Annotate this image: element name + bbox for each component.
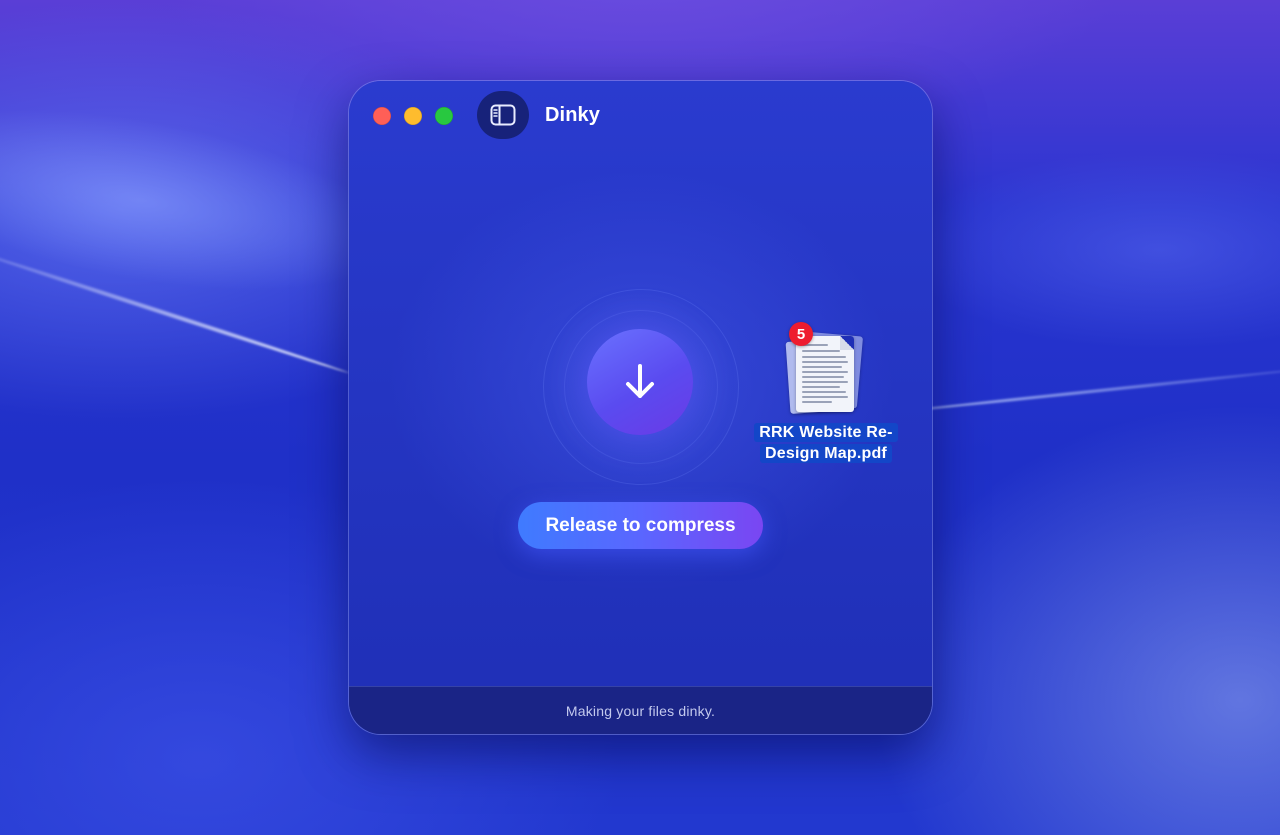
text-line bbox=[802, 391, 846, 393]
text-line bbox=[802, 401, 832, 403]
document-page bbox=[796, 336, 854, 412]
text-line bbox=[802, 371, 848, 373]
text-line bbox=[802, 386, 840, 388]
wallpaper-light-streak bbox=[900, 366, 1280, 413]
page-fold bbox=[840, 336, 854, 350]
status-footer: Making your files dinky. bbox=[349, 686, 932, 734]
text-line bbox=[802, 361, 848, 363]
text-line bbox=[802, 366, 842, 368]
release-to-compress-button[interactable]: Release to compress bbox=[518, 502, 763, 549]
drop-target-button[interactable] bbox=[587, 329, 693, 435]
text-line bbox=[802, 376, 844, 378]
sidebar-icon bbox=[490, 104, 516, 126]
file-count-badge: 5 bbox=[789, 322, 813, 346]
minimize-button[interactable] bbox=[404, 107, 422, 125]
text-line bbox=[802, 381, 848, 383]
status-text: Making your files dinky. bbox=[565, 702, 716, 719]
wallpaper-light-band bbox=[900, 150, 1280, 350]
text-line bbox=[802, 350, 840, 352]
close-button[interactable] bbox=[373, 107, 391, 125]
title-bar[interactable]: Dinky bbox=[349, 81, 932, 151]
file-name-line: RRK Website Re- bbox=[754, 423, 898, 442]
text-line bbox=[802, 356, 846, 358]
window-title: Dinky bbox=[545, 104, 600, 126]
arrow-down-icon bbox=[626, 364, 654, 398]
sidebar-toggle-button[interactable] bbox=[477, 91, 529, 139]
zoom-button[interactable] bbox=[435, 107, 453, 125]
file-name-line: Design Map.pdf bbox=[760, 444, 892, 463]
text-line bbox=[802, 396, 848, 398]
dragged-file[interactable]: 5 RRK Website Re- Design Map.pdf bbox=[752, 322, 902, 472]
file-name-label: RRK Website Re- Design Map.pdf bbox=[752, 422, 900, 464]
